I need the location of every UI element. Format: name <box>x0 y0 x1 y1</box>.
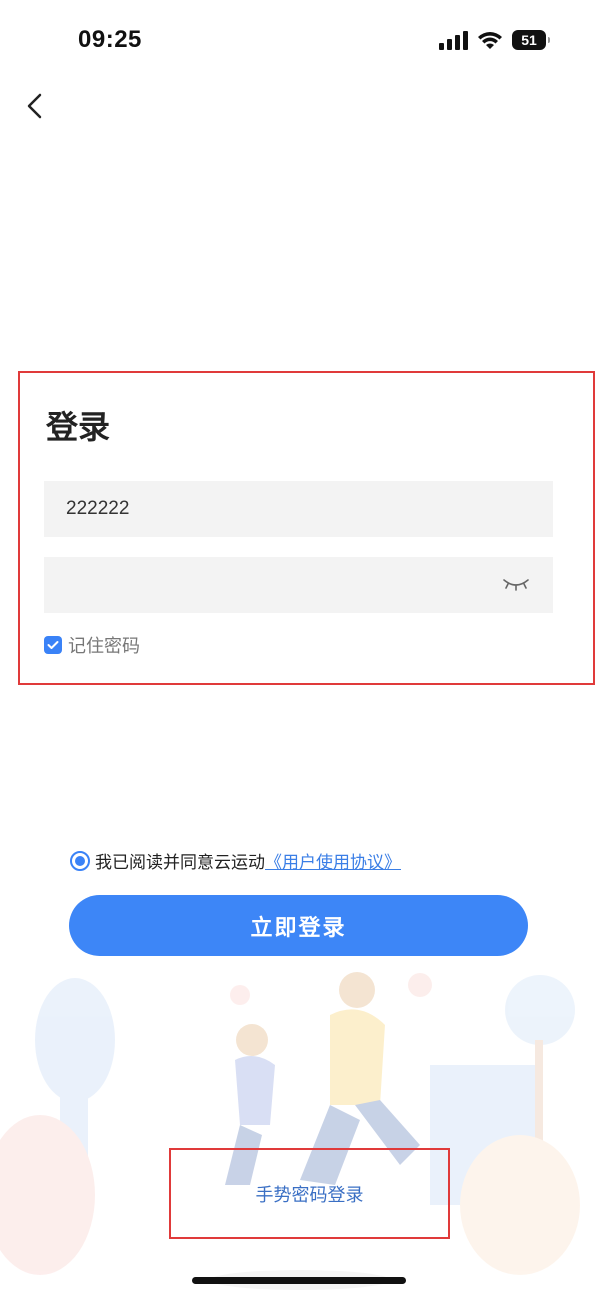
eye-closed-icon <box>503 579 529 591</box>
signal-icon <box>439 31 468 50</box>
battery-level: 51 <box>521 32 537 48</box>
background-illustration <box>0 972 580 1290</box>
agreement-row: 我已阅读并同意云运动 《用户使用协议》 <box>70 848 401 873</box>
status-icons: 51 <box>438 28 550 52</box>
login-button[interactable]: 立即登录 <box>69 895 528 956</box>
back-button[interactable] <box>22 90 50 122</box>
remember-checkbox[interactable] <box>44 636 62 654</box>
login-screen: 09:25 51 登录 222222 记住密码 我已阅读并同意云运动 《用户使用… <box>0 0 598 1296</box>
password-toggle-button[interactable] <box>502 576 530 594</box>
home-indicator <box>192 1277 406 1284</box>
wifi-icon <box>478 32 502 49</box>
login-title: 登录 <box>46 408 111 446</box>
battery-icon: 51 <box>512 30 550 50</box>
status-time: 09:25 <box>78 26 142 53</box>
gesture-login-link[interactable]: 手势密码登录 <box>169 1148 450 1239</box>
user-agreement-link[interactable]: 《用户使用协议》 <box>265 848 401 873</box>
password-input[interactable] <box>44 557 553 613</box>
remember-password[interactable]: 记住密码 <box>44 632 140 658</box>
username-input[interactable] <box>44 481 553 537</box>
agreement-text: 我已阅读并同意云运动 <box>95 853 265 873</box>
chevron-left-icon <box>27 93 42 119</box>
checkmark-icon <box>47 641 59 649</box>
remember-label: 记住密码 <box>68 636 140 657</box>
agreement-radio[interactable] <box>70 850 90 871</box>
